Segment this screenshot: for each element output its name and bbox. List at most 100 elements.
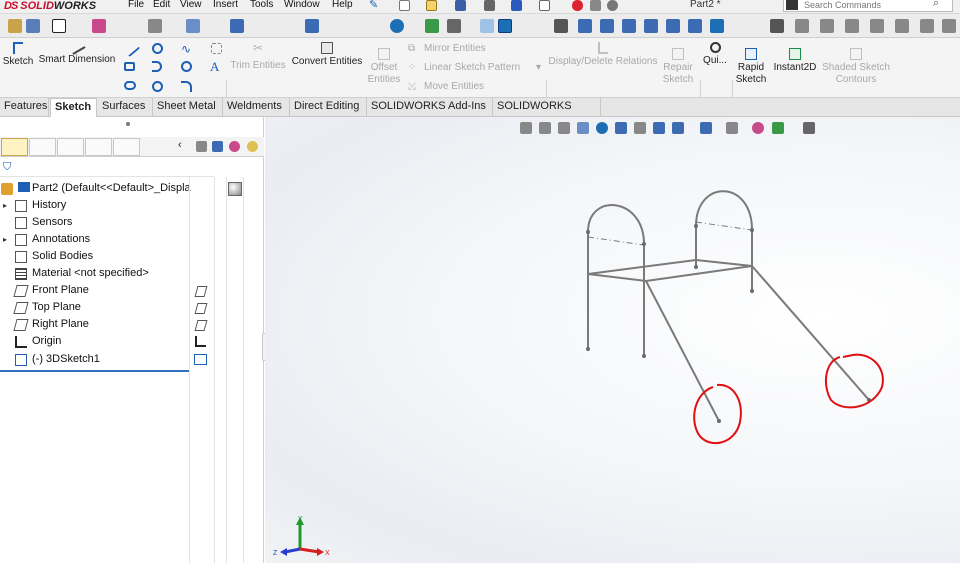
tab-direct-editing[interactable]: Direct Editing	[290, 98, 367, 117]
repair-sketch-button[interactable]: Repair Sketch	[660, 48, 696, 86]
filter-icon[interactable]: ⛉	[3, 161, 11, 174]
construction-line[interactable]	[695, 221, 753, 231]
sketch-point[interactable]	[750, 289, 754, 293]
offset-entities-button[interactable]: Offset Entities	[366, 48, 402, 86]
tab-sheet-metal[interactable]: Sheet Metal	[153, 98, 223, 117]
snap-icon[interactable]	[845, 19, 859, 33]
arc-icon[interactable]	[152, 61, 162, 72]
tree-item-sensors[interactable]: Sensors	[0, 214, 190, 231]
appearance-ball-icon[interactable]	[229, 141, 240, 152]
display-sphere-icon[interactable]	[228, 182, 242, 196]
tab-weldments[interactable]: Weldments	[223, 98, 290, 117]
tree-item-history[interactable]: ▸ History	[0, 197, 190, 214]
expand-arrow-icon[interactable]: ▸	[3, 197, 7, 214]
ellipse-icon[interactable]	[152, 81, 163, 92]
spline-icon[interactable]: ∿	[181, 42, 194, 56]
fillet-icon[interactable]	[181, 81, 192, 92]
grid-icon[interactable]	[820, 19, 834, 33]
origin-toggle-icon[interactable]	[554, 19, 568, 33]
sketch-line[interactable]	[587, 273, 647, 282]
menu-insert[interactable]: Insert	[213, 0, 238, 10]
sketch-point[interactable]	[717, 419, 721, 423]
tree-item-origin[interactable]: Origin	[0, 333, 190, 350]
zoom-to-area-icon[interactable]	[148, 19, 162, 33]
appearance-icon[interactable]	[92, 19, 106, 33]
sketch-tools-icon[interactable]	[795, 19, 809, 33]
file-properties-icon[interactable]	[590, 0, 601, 11]
tab-sketch[interactable]: Sketch	[50, 98, 97, 117]
rotate-view-icon[interactable]	[390, 19, 404, 33]
hide-show-icon[interactable]	[196, 141, 207, 152]
section-view-icon[interactable]	[186, 19, 200, 33]
menu-edit[interactable]: Edit	[153, 0, 170, 10]
expand-arrow-icon[interactable]: ▸	[3, 231, 7, 248]
isometric-view-icon[interactable]	[710, 19, 724, 33]
search-commands-input[interactable]: Search Commands	[783, 0, 953, 12]
tree-item-top-plane[interactable]: Top Plane	[0, 299, 190, 316]
sketch-line[interactable]	[751, 265, 870, 401]
linear-pattern-icon[interactable]: ⁘	[408, 62, 416, 73]
relations-icon[interactable]	[895, 19, 909, 33]
sketch-line[interactable]	[645, 265, 753, 282]
wireframe-icon[interactable]	[480, 19, 494, 33]
quick-snaps-button[interactable]: Qui...	[701, 42, 729, 67]
smart-dimension-button[interactable]: Smart Dimension	[38, 39, 116, 66]
move-entities-label[interactable]: Move Entities	[424, 81, 484, 92]
tab-solidworks-add-ins[interactable]: SOLIDWORKS Add-Ins	[367, 98, 493, 117]
panel-grip-icon[interactable]	[126, 122, 130, 126]
front-view-icon[interactable]	[578, 19, 592, 33]
sketch-point[interactable]	[586, 230, 590, 234]
undo-icon[interactable]	[511, 0, 522, 11]
pattern-dropdown-icon[interactable]: ▾	[536, 62, 541, 73]
solidworks-logo[interactable]: DS SOLIDWORKS	[4, 0, 96, 13]
menu-tools[interactable]: Tools	[250, 0, 273, 10]
tree-item-front-plane[interactable]: Front Plane	[0, 282, 190, 299]
view-cube-icon[interactable]	[212, 141, 223, 152]
trim-entities-button[interactable]: ✂ Trim Entities	[230, 42, 286, 72]
tree-item-3dsketch1[interactable]: (-) 3DSketch1	[0, 351, 190, 368]
dimxpertmanager-tab[interactable]	[85, 138, 112, 156]
shaded-sketch-contours-button[interactable]: Shaded Sketch Contours	[822, 48, 890, 86]
sketch-point[interactable]	[642, 242, 646, 246]
sketch-point[interactable]	[694, 224, 698, 228]
search-icon[interactable]: ⌕	[933, 0, 939, 10]
3d-sketch-canvas[interactable]	[265, 117, 960, 563]
convert-entities-button[interactable]: Convert Entities	[290, 42, 364, 68]
bottom-view-icon[interactable]	[688, 19, 702, 33]
menu-window[interactable]: Window	[284, 0, 320, 10]
sketch-point[interactable]	[750, 228, 754, 232]
graphics-area[interactable]: Y X Z	[265, 117, 960, 563]
select-arrow-icon[interactable]	[539, 0, 550, 11]
sketch-line[interactable]	[587, 259, 697, 275]
pin-menu-icon[interactable]: ✎	[369, 0, 378, 11]
tab-solidworks-mbd[interactable]: SOLIDWORKS MBD	[493, 98, 601, 129]
traffic-light-icon[interactable]	[572, 0, 583, 11]
circle-icon[interactable]	[152, 43, 163, 54]
mirror-entities-label[interactable]: Mirror Entities	[424, 43, 486, 54]
tree-item-annotations[interactable]: ▸ Annotations	[0, 231, 190, 248]
text-icon[interactable]: A	[210, 59, 224, 74]
construction-geometry-icon[interactable]	[211, 43, 222, 54]
configurationmanager-tab[interactable]	[57, 138, 84, 156]
options-gear-icon[interactable]	[607, 0, 618, 11]
tree-item-right-plane[interactable]: Right Plane	[0, 316, 190, 333]
monitor-icon[interactable]	[447, 19, 461, 33]
shaded-icon[interactable]	[498, 19, 512, 33]
tree-item-material[interactable]: Material <not specified>	[0, 265, 190, 282]
rollback-bar[interactable]	[0, 370, 189, 372]
view-orientation-icon[interactable]	[230, 19, 244, 33]
menu-help[interactable]: Help	[332, 0, 353, 10]
sketch-arc[interactable]	[695, 190, 753, 231]
measure-icon[interactable]	[920, 19, 934, 33]
sketch-point[interactable]	[586, 347, 590, 351]
menu-view[interactable]: View	[180, 0, 202, 10]
sketch-point[interactable]	[642, 354, 646, 358]
tree-root-part[interactable]: Part2 (Default<<Default>_Displa	[0, 180, 191, 197]
feature-tree-filter[interactable]: ⛉	[0, 159, 214, 177]
mirror-entities-icon[interactable]: ⧉	[408, 43, 415, 54]
sketch-point[interactable]	[694, 265, 698, 269]
sketch-arc[interactable]	[587, 204, 645, 245]
featuremanager-tab[interactable]	[1, 138, 28, 156]
sketch-line[interactable]	[645, 280, 720, 422]
save-icon[interactable]	[455, 0, 466, 11]
